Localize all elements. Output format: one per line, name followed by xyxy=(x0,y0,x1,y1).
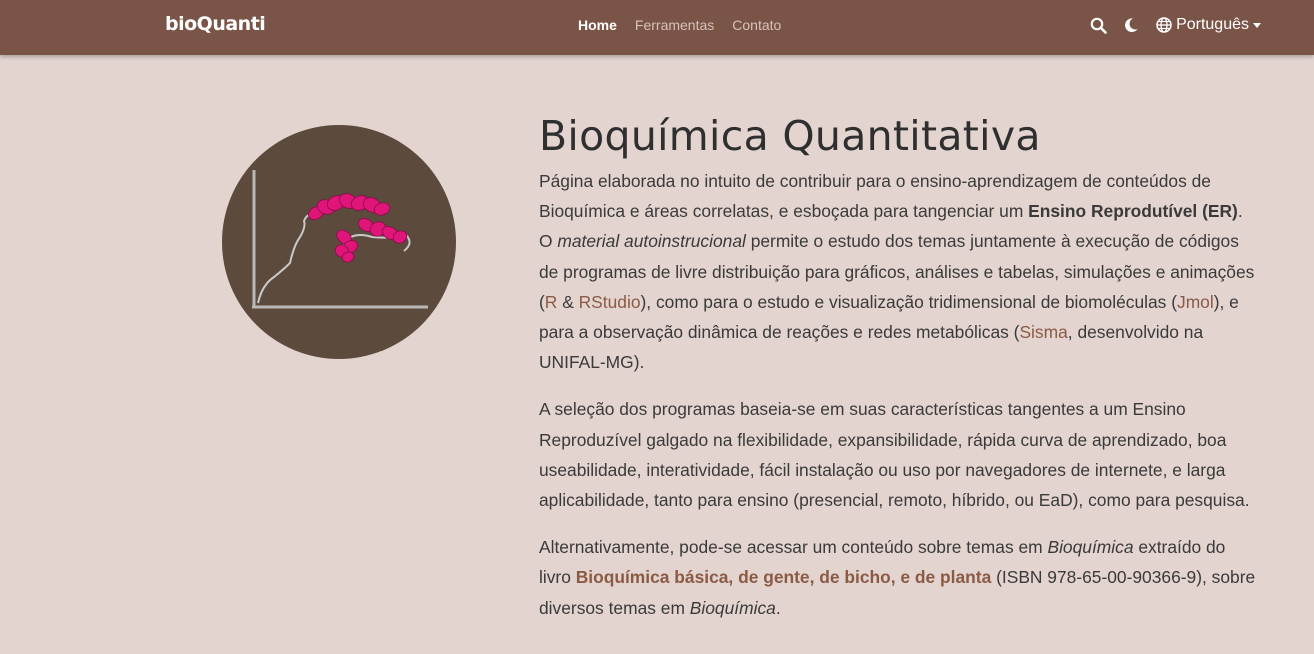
nav-link-ferramentas[interactable]: Ferramentas xyxy=(635,17,714,33)
chevron-down-icon xyxy=(1253,22,1261,28)
link-rstudio[interactable]: RStudio xyxy=(579,292,641,312)
site-logo-image xyxy=(222,125,456,359)
ensino-reprodutivel-term: Ensino Reprodutível (ER) xyxy=(1028,201,1238,222)
link-jmol[interactable]: Jmol xyxy=(1177,292,1214,312)
search-icon[interactable] xyxy=(1087,14,1109,36)
intro-paragraph: Página elaborada no intuito de contribui… xyxy=(539,171,1255,373)
nav-link-contato[interactable]: Contato xyxy=(732,17,781,33)
alternative-paragraph: Alternativamente, pode-se acessar um con… xyxy=(539,537,1256,618)
globe-icon xyxy=(1156,17,1172,33)
nav-link-home[interactable]: Home xyxy=(578,17,617,33)
nav-links: Home Ferramentas Contato xyxy=(578,17,799,33)
page-title: Bioquímica Quantitativa xyxy=(539,112,1041,160)
link-sisma[interactable]: Sisma xyxy=(1019,322,1067,342)
link-book[interactable]: Bioquímica básica, de gente, de bicho, e… xyxy=(576,567,992,587)
language-dropdown[interactable]: Português xyxy=(1156,16,1261,34)
link-r[interactable]: R xyxy=(545,292,558,312)
main-content: Bioquímica Quantitativa Página elaborada… xyxy=(539,112,1259,640)
language-label: Português xyxy=(1176,16,1249,33)
nav-actions: Português xyxy=(1076,14,1261,36)
top-navbar: bioQuanti Home Ferramentas Contato Portu… xyxy=(0,0,1314,55)
selection-paragraph: A seleção dos programas baseia-se em sua… xyxy=(539,399,1250,511)
protein-helix-plot-icon xyxy=(252,170,428,309)
moon-icon[interactable] xyxy=(1120,14,1142,36)
brand-logo[interactable]: bioQuanti xyxy=(165,13,266,35)
